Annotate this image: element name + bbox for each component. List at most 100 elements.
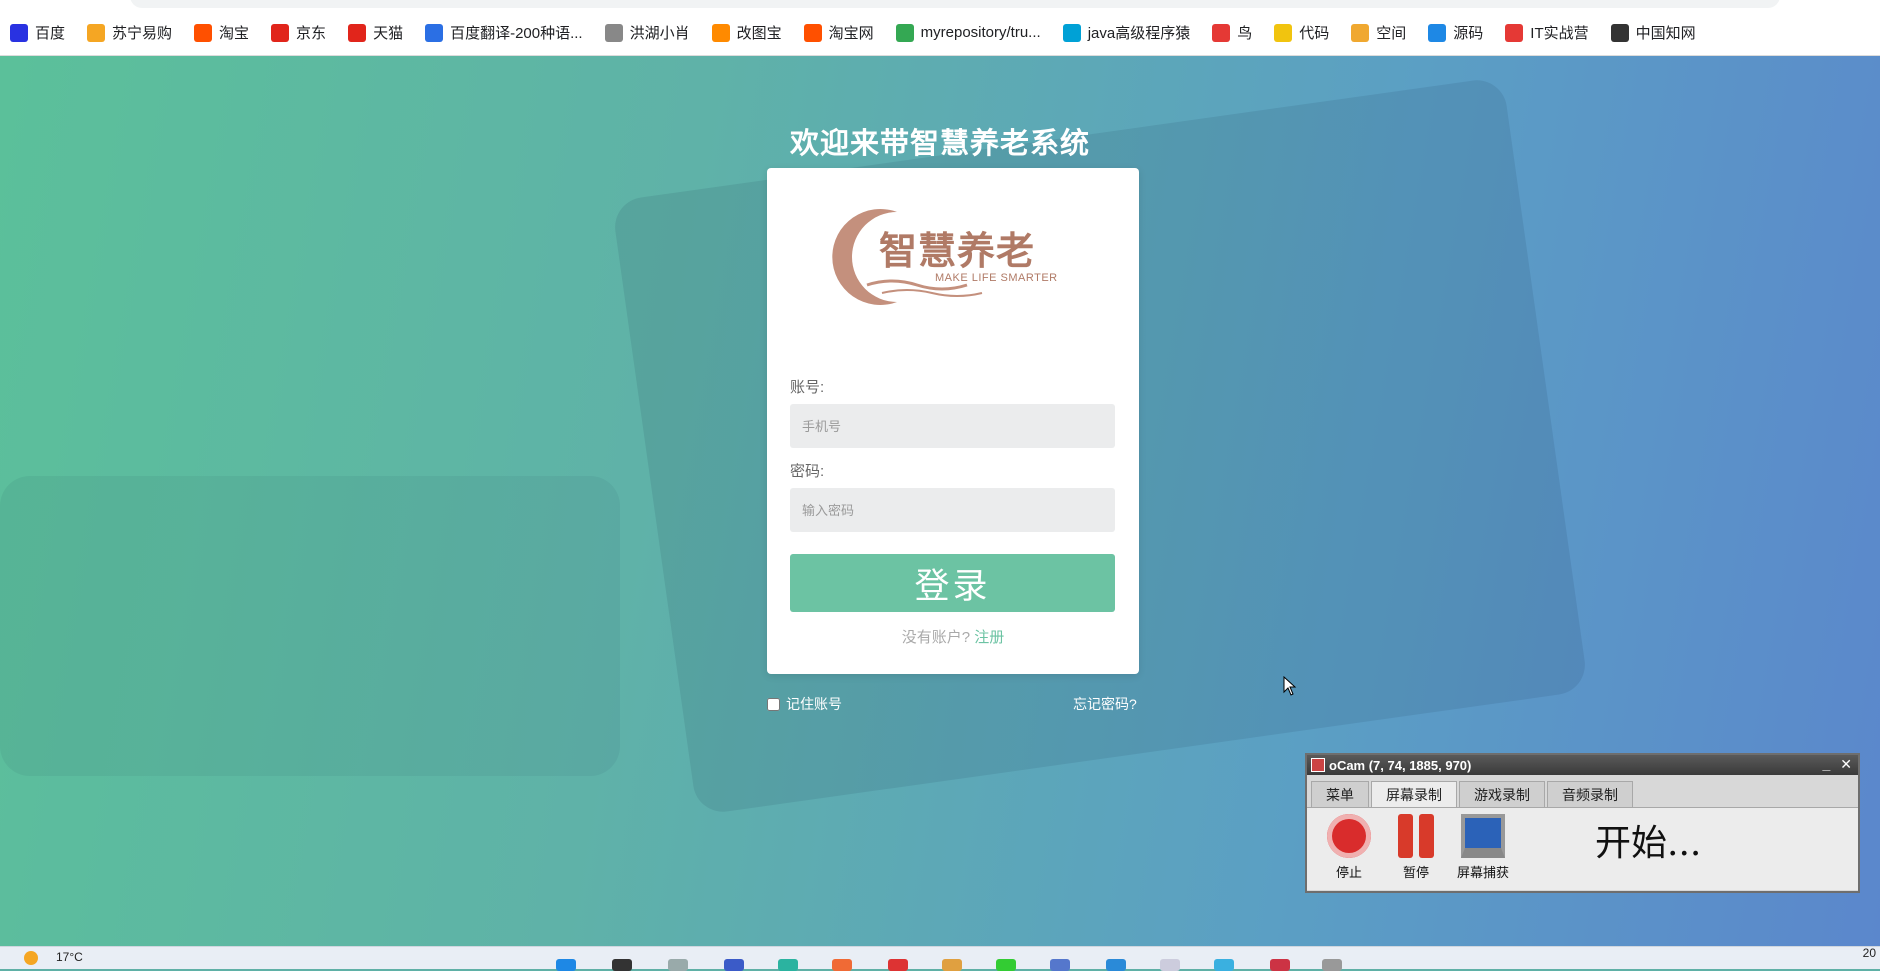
ocam-toolbar: 停止 暂停 屏幕捕获 开始... [1307,807,1858,890]
app-icon[interactable] [1270,959,1290,971]
bookmark-label: 百度 [35,25,66,42]
bookmark-label: 洪湖小肖 [629,25,690,42]
forgot-password-link[interactable]: 忘记密码? [1073,694,1137,714]
screen-capture-button[interactable]: 屏幕捕获 [1453,814,1513,881]
folder-icon[interactable] [942,959,962,971]
app-icon[interactable] [1160,959,1180,971]
bookmark-item[interactable]: 洪湖小肖 [604,22,690,43]
cnki-icon [1610,23,1629,42]
bookmark-item[interactable]: 百度翻译-200种语... [425,22,583,43]
bookmark-label: java高级程序猿 [1087,25,1191,42]
login-button[interactable]: 登录 [790,554,1115,612]
wechat-icon[interactable] [996,959,1016,971]
translate-icon [425,23,444,42]
bookmark-label: 源码 [1453,25,1484,42]
bookmark-item[interactable]: 苏宁易购 [87,22,172,43]
qzone-icon [1351,23,1370,42]
bookmark-label: 苏宁易购 [112,25,173,42]
clock: 20 [1862,946,1876,960]
bookmark-label: 改图宝 [736,25,782,42]
tab-menu[interactable]: 菜单 [1311,781,1369,807]
taskbar: 17°C 20 [0,946,1880,971]
minimize-button[interactable]: _ [1822,756,1830,773]
bookmark-item[interactable]: 中国知网 [1610,22,1696,43]
pause-button[interactable]: 暂停 [1386,814,1446,881]
bookmark-item[interactable]: 空间 [1351,22,1406,43]
background-desk-shape [0,476,620,776]
app-icon[interactable] [1214,959,1234,971]
bookmarks-bar: 百度 苏宁易购 淘宝 京东 天猫 百度翻译-200种语... 洪湖小肖 改图宝 淘宝网 myrep… [0,0,1880,56]
no-account-text: 没有账户? [901,629,971,646]
bookmark-item[interactable]: 鸟 [1212,22,1252,43]
code-icon [1274,23,1293,42]
gaitubao-icon [711,23,730,42]
bookmark-item[interactable]: IT实战营 [1505,22,1589,43]
bookmark-item[interactable]: 淘宝网 [803,22,874,43]
remember-checkbox[interactable] [767,697,780,711]
taobao-icon [194,23,213,42]
bookmark-item[interactable]: 百度 [10,22,65,43]
bookmark-item[interactable]: 天猫 [348,22,403,43]
bookmark-item[interactable]: java高级程序猿 [1062,22,1191,43]
login-card: 智慧养老 MAKE LIFE SMARTER 账号: 密码: 登录 没有账户? … [767,168,1139,674]
stop-button[interactable]: 停止 [1319,814,1379,881]
page-title: 欢迎来带智慧养老系统 [789,128,1090,160]
baidu-paw-icon [10,23,28,42]
ocam-tabs: 菜单 屏幕录制 游戏录制 音频录制 [1307,775,1858,807]
remember-account[interactable]: 记住账号 [767,694,842,714]
ocam-status-text: 开始... [1595,823,1702,864]
app-icon[interactable] [888,959,908,971]
task-view-icon[interactable] [668,959,688,971]
stop-icon [1327,814,1371,858]
bookmark-item[interactable]: 源码 [1428,22,1483,43]
app-icon[interactable] [724,959,744,971]
monitor-icon [1461,814,1505,858]
capture-label: 屏幕捕获 [1456,865,1509,880]
feather-icon [604,23,623,42]
bookmark-item[interactable]: 京东 [271,22,326,43]
bookmark-label: 空间 [1376,25,1407,42]
edge-icon[interactable] [778,959,798,971]
search-icon[interactable] [612,959,632,971]
ocam-title-text: oCam (7, 74, 1885, 970) [1329,757,1472,773]
logo-english-text: MAKE LIFE SMARTER [935,272,1058,284]
bookmark-label: 百度翻译-200种语... [450,25,583,42]
bookmark-label: IT实战营 [1530,25,1589,42]
pause-label: 暂停 [1402,865,1429,880]
suning-icon [87,23,106,42]
bookmark-item[interactable]: 代码 [1274,22,1329,43]
password-input[interactable] [790,488,1115,532]
bookmark-label: 鸟 [1237,25,1253,42]
bookmark-item[interactable]: 改图宝 [711,22,782,43]
start-icon[interactable] [556,959,576,971]
bookmark-list: 百度 苏宁易购 淘宝 京东 天猫 百度翻译-200种语... 洪湖小肖 改图宝 淘宝网 myrep… [10,12,1718,43]
tab-audio-recording[interactable]: 音频录制 [1547,781,1633,807]
taobao-icon [803,23,822,42]
app-icon[interactable] [1050,959,1070,971]
register-line: 没有账户? 注册 [767,626,1139,647]
logo-chinese-text: 智慧养老 [879,228,1036,273]
address-bar-edge[interactable] [130,0,1780,8]
app-icon[interactable] [1106,959,1126,971]
tab-game-recording[interactable]: 游戏录制 [1459,781,1545,807]
mouse-cursor-icon [1283,676,1297,696]
bookmark-item[interactable]: myrepository/tru... [895,23,1041,42]
account-input[interactable] [790,404,1115,448]
jd-icon [271,23,290,42]
bookmark-label: myrepository/tru... [920,24,1041,41]
bookmark-label: 淘宝网 [828,25,874,42]
close-button[interactable]: ✕ [1840,756,1852,773]
bookmark-label: 京东 [296,25,327,42]
logo: 智慧养老 MAKE LIFE SMARTER [827,190,1077,310]
ocam-app-icon [1311,758,1325,772]
app-icon[interactable] [1322,959,1342,971]
bilibili-icon [1062,23,1081,42]
ocam-titlebar[interactable]: oCam (7, 74, 1885, 970) _ ✕ [1307,755,1858,775]
bookmark-label: 淘宝 [219,25,250,42]
account-label: 账号: [790,379,825,396]
tab-screen-recording[interactable]: 屏幕录制 [1371,781,1457,807]
password-label: 密码: [790,463,825,480]
register-link[interactable]: 注册 [974,629,1004,646]
browser-icon[interactable] [832,959,852,971]
bookmark-item[interactable]: 淘宝 [194,22,249,43]
